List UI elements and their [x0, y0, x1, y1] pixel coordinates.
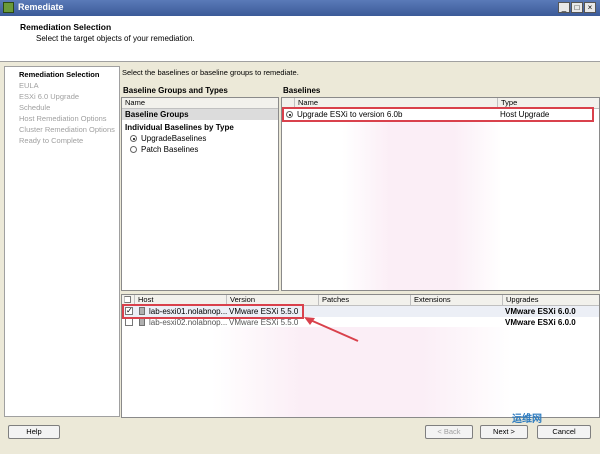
close-button[interactable]: × — [584, 2, 596, 13]
patch-baselines-radio[interactable] — [130, 146, 137, 153]
title-bar: Remediate _ □ × — [0, 0, 600, 16]
window-title: Remediate — [18, 2, 64, 12]
host-row-checkbox[interactable] — [125, 318, 133, 326]
groups-column-header: Name — [122, 98, 278, 109]
host-version: VMware ESXi 5.5.0 — [229, 318, 299, 327]
individual-baselines-label: Individual Baselines by Type — [125, 123, 234, 132]
nav-item-schedule: Schedule — [19, 103, 51, 112]
nav-item-eula: EULA — [19, 81, 39, 90]
baselines-panel: Name Type Upgrade ESXi to version 6.0b H… — [281, 97, 600, 291]
baselines-column-header: Name Type — [282, 98, 599, 109]
groups-panel-title: Baseline Groups and Types — [123, 86, 228, 95]
hosts-column-header: Host Version Patches Extensions Upgrades — [122, 295, 599, 306]
help-button[interactable]: Help — [8, 425, 60, 439]
nav-item-host-options: Host Remediation Options — [19, 114, 107, 123]
upgrade-baselines-label: UpgradeBaselines — [141, 134, 207, 143]
host-name: lab-esxi02.nolabnop... — [149, 318, 228, 327]
baseline-groups-row[interactable]: Baseline Groups — [122, 109, 278, 120]
baseline-groups-label: Baseline Groups — [125, 110, 189, 119]
nav-item-cluster-options: Cluster Remediation Options — [19, 125, 115, 134]
host-version: VMware ESXi 5.5.0 — [229, 307, 299, 316]
select-all-column[interactable] — [122, 295, 134, 305]
upgrade-baselines-radio[interactable] — [130, 135, 137, 142]
instruction-text: Select the baselines or baseline groups … — [122, 68, 299, 77]
patch-baselines-label: Patch Baselines — [141, 145, 199, 154]
baseline-row-type: Host Upgrade — [500, 110, 550, 119]
minimize-button[interactable]: _ — [558, 2, 570, 13]
app-icon — [3, 2, 14, 13]
page-title: Remediation Selection — [20, 22, 112, 32]
watermark-logo: 运维网 — [512, 414, 542, 425]
nav-item-esxi-upgrade: ESXi 6.0 Upgrade — [19, 92, 80, 101]
baselines-panel-title: Baselines — [283, 86, 321, 95]
hosts-table: Host Version Patches Extensions Upgrades… — [121, 294, 600, 418]
col-host[interactable]: Host — [134, 295, 226, 305]
baselines-col-name[interactable]: Name — [294, 98, 497, 108]
host-upgrade: VMware ESXi 6.0.0 — [505, 318, 576, 327]
next-button[interactable]: Next > — [480, 425, 528, 439]
back-button[interactable]: < Back — [425, 425, 473, 439]
col-extensions[interactable]: Extensions — [410, 295, 502, 305]
cancel-button[interactable]: Cancel — [537, 425, 591, 439]
remediate-window: Remediate _ □ × Remediation Selection Se… — [0, 0, 600, 454]
wizard-nav: Remediation Selection EULA ESXi 6.0 Upgr… — [4, 66, 120, 417]
groups-col-name[interactable]: Name — [122, 98, 145, 108]
baseline-row-name: Upgrade ESXi to version 6.0b — [297, 110, 403, 119]
host-upgrade: VMware ESXi 6.0.0 — [505, 307, 576, 316]
host-icon — [139, 318, 145, 326]
table-background-glow — [212, 327, 512, 417]
annotation-arrow-icon — [304, 317, 359, 342]
maximize-button[interactable]: □ — [571, 2, 583, 13]
baselines-col-type[interactable]: Type — [497, 98, 599, 108]
panel-background-glow — [342, 120, 502, 290]
nav-item-ready: Ready to Complete — [19, 136, 84, 145]
page-header: Remediation Selection Select the target … — [0, 16, 600, 62]
host-row-checkbox[interactable]: ✓ — [125, 307, 133, 315]
col-version[interactable]: Version — [226, 295, 318, 305]
col-upgrades[interactable]: Upgrades — [502, 295, 599, 305]
select-all-checkbox[interactable] — [124, 296, 131, 303]
col-patches[interactable]: Patches — [318, 295, 410, 305]
nav-item-remediation-selection[interactable]: Remediation Selection — [19, 70, 99, 79]
page-subtitle: Select the target objects of your remedi… — [36, 34, 195, 43]
groups-panel: Name Baseline Groups Individual Baseline… — [121, 97, 279, 291]
baseline-row[interactable]: Upgrade ESXi to version 6.0b Host Upgrad… — [282, 109, 599, 120]
host-name: lab-esxi01.nolabnop... — [149, 307, 228, 316]
baseline-row-radio[interactable] — [286, 111, 293, 118]
main-area: Select the baselines or baseline groups … — [120, 64, 600, 418]
host-icon — [139, 307, 145, 315]
